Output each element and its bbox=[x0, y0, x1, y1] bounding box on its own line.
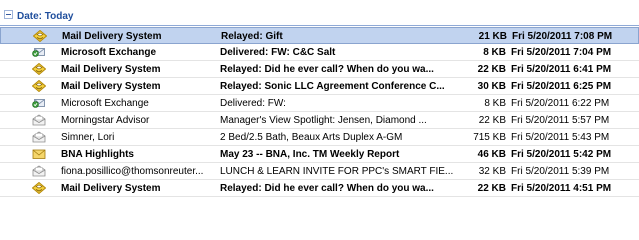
message-from: Mail Delivery System bbox=[61, 64, 161, 75]
message-subject: Relayed: Sonic LLC Agreement Conference … bbox=[220, 81, 445, 92]
message-row[interactable]: fiona.posillico@thomsonreuter... LUNCH & … bbox=[0, 163, 639, 180]
message-from: Mail Delivery System bbox=[61, 81, 161, 92]
message-from: Simner, Lori bbox=[61, 132, 115, 143]
message-from: Microsoft Exchange bbox=[61, 98, 149, 109]
message-row[interactable]: Simner, Lori 2 Bed/2.5 Bath, Beaux Arts D… bbox=[0, 129, 639, 146]
message-received: Fri 5/20/2011 6:41 PM bbox=[511, 64, 612, 75]
message-size: 8 KB bbox=[483, 47, 506, 58]
message-size: 22 KB bbox=[477, 64, 506, 75]
message-subject: Relayed: Gift bbox=[221, 31, 283, 42]
unread-envelope-icon bbox=[32, 148, 46, 160]
message-size: 46 KB bbox=[477, 149, 506, 160]
group-label: Date: Today bbox=[17, 11, 74, 22]
message-received: Fri 5/20/2011 7:08 PM bbox=[512, 31, 613, 42]
message-received: Fri 5/20/2011 5:43 PM bbox=[511, 132, 610, 143]
message-subject: Relayed: Did he ever call? When do you w… bbox=[220, 183, 434, 194]
collapse-group-button[interactable] bbox=[4, 10, 13, 19]
message-size: 21 KB bbox=[478, 31, 507, 42]
read-envelope-icon bbox=[32, 114, 46, 126]
message-subject: Manager's View Spotlight: Jensen, Diamon… bbox=[220, 115, 427, 126]
message-subject: Delivered: FW: bbox=[220, 98, 286, 109]
message-subject: Delivered: FW: C&C Salt bbox=[220, 47, 336, 58]
message-received: Fri 5/20/2011 5:57 PM bbox=[511, 115, 610, 126]
message-size: 22 KB bbox=[477, 183, 506, 194]
message-size: 30 KB bbox=[477, 81, 506, 92]
message-row[interactable]: Mail Delivery System Relayed: Gift 21 KB Fr… bbox=[0, 27, 639, 44]
message-row[interactable]: Microsoft Exchange Delivered: FW: 8 KB Fri … bbox=[0, 95, 639, 112]
message-size: 715 KB bbox=[473, 132, 506, 143]
relayed-icon bbox=[32, 182, 46, 194]
message-row[interactable]: Mail Delivery System Relayed: Did he ever… bbox=[0, 61, 639, 78]
group-divider bbox=[0, 25, 639, 26]
group-header-today[interactable]: Date: Today bbox=[0, 0, 639, 27]
message-row[interactable]: Mail Delivery System Relayed: Sonic LLC A… bbox=[0, 78, 639, 95]
message-list: Mail Delivery System Relayed: Gift 21 KB Fr… bbox=[0, 27, 639, 197]
message-received: Fri 5/20/2011 4:51 PM bbox=[511, 183, 612, 194]
delivered-icon bbox=[32, 97, 46, 109]
message-row[interactable]: Mail Delivery System Relayed: Did he ever… bbox=[0, 180, 639, 197]
message-from: Mail Delivery System bbox=[62, 31, 162, 42]
relayed-icon bbox=[33, 30, 47, 42]
read-envelope-icon bbox=[32, 165, 46, 177]
message-received: Fri 5/20/2011 5:42 PM bbox=[511, 149, 612, 160]
message-row[interactable]: BNA Highlights May 23 -- BNA, Inc. TM Wee… bbox=[0, 146, 639, 163]
message-from: Microsoft Exchange bbox=[61, 47, 157, 58]
message-row[interactable]: Morningstar Advisor Manager's View Spotli… bbox=[0, 112, 639, 129]
read-envelope-icon bbox=[32, 131, 46, 143]
message-received: Fri 5/20/2011 6:25 PM bbox=[511, 81, 612, 92]
message-from: Morningstar Advisor bbox=[61, 115, 150, 126]
relayed-icon bbox=[32, 80, 46, 92]
delivered-icon bbox=[32, 46, 46, 58]
message-subject: May 23 -- BNA, Inc. TM Weekly Report bbox=[220, 149, 400, 160]
message-received: Fri 5/20/2011 5:39 PM bbox=[511, 166, 610, 177]
message-subject: 2 Bed/2.5 Bath, Beaux Arts Duplex A-GM bbox=[220, 132, 403, 143]
message-size: 8 KB bbox=[484, 98, 506, 109]
message-subject: Relayed: Did he ever call? When do you w… bbox=[220, 64, 434, 75]
message-received: Fri 5/20/2011 6:22 PM bbox=[511, 98, 610, 109]
message-size: 22 KB bbox=[478, 115, 506, 126]
message-from: Mail Delivery System bbox=[61, 183, 161, 194]
message-received: Fri 5/20/2011 7:04 PM bbox=[511, 47, 612, 58]
message-subject: LUNCH & LEARN INVITE FOR PPC's SMART FIE… bbox=[220, 166, 454, 177]
message-size: 32 KB bbox=[478, 166, 506, 177]
message-from: fiona.posillico@thomsonreuter... bbox=[61, 166, 204, 177]
message-row[interactable]: Microsoft Exchange Delivered: FW: C&C Sal… bbox=[0, 44, 639, 61]
relayed-icon bbox=[32, 63, 46, 75]
message-from: BNA Highlights bbox=[61, 149, 134, 160]
